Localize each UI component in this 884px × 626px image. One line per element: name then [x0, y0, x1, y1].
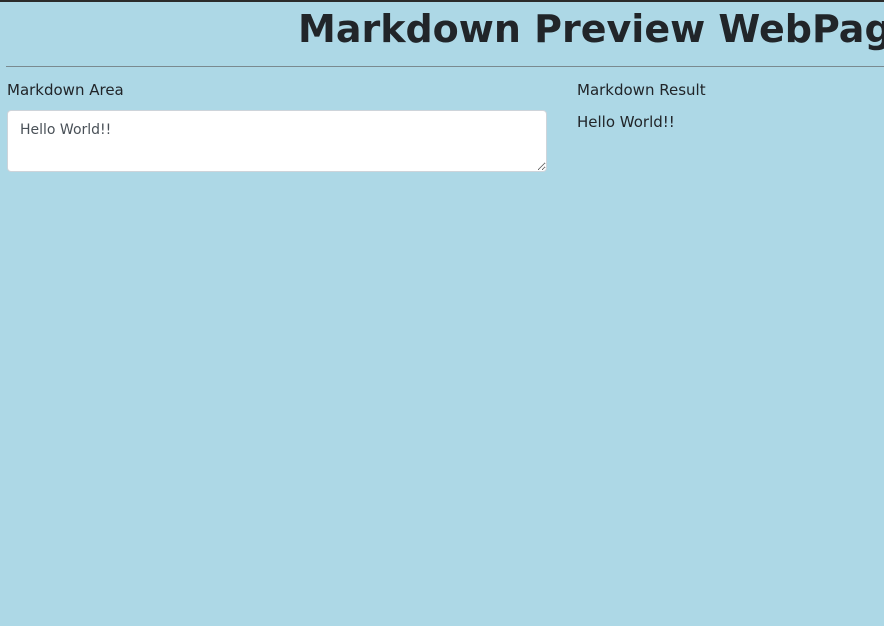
- header-divider: [6, 66, 884, 67]
- page-header: Markdown Preview WebPage: [0, 2, 884, 66]
- markdown-result-label: Markdown Result: [577, 81, 706, 99]
- markdown-input[interactable]: [7, 110, 547, 172]
- markdown-result-output: Hello World!!: [577, 113, 675, 131]
- markdown-area-label: Markdown Area: [7, 81, 124, 99]
- page-title: Markdown Preview WebPage: [298, 7, 884, 51]
